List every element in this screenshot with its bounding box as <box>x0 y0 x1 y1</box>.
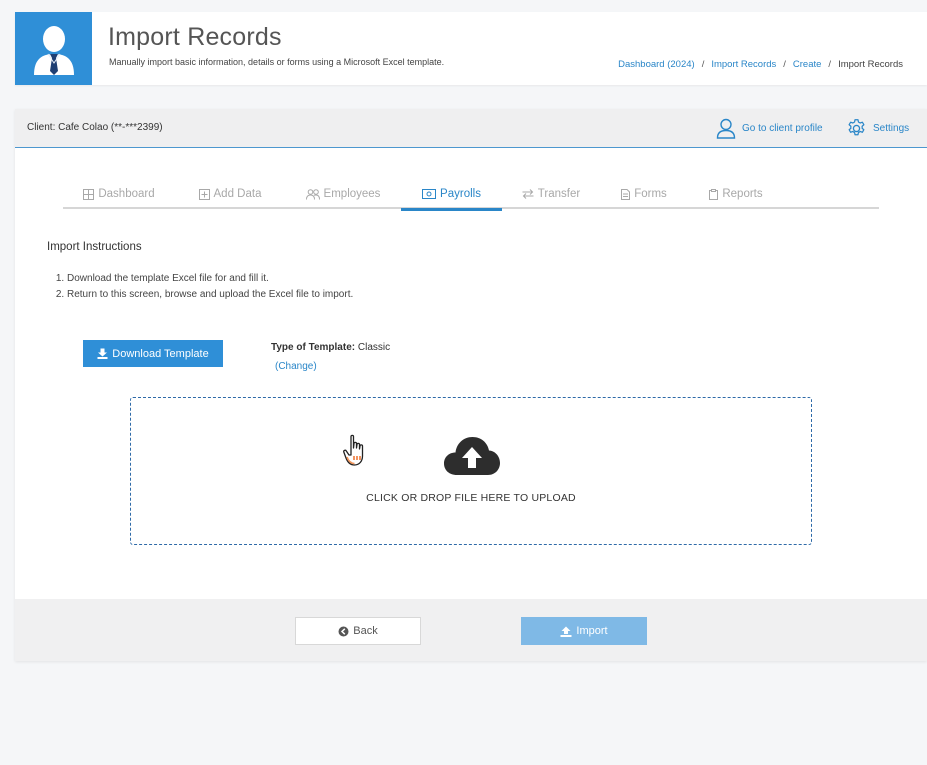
client-profile-label: Go to client profile <box>742 123 823 134</box>
client-profile-link[interactable]: Go to client profile <box>716 118 823 139</box>
change-template-link[interactable]: (Change) <box>275 361 317 372</box>
breadcrumb-import-records[interactable]: Import Records <box>711 59 776 70</box>
gear-icon <box>848 119 865 136</box>
dropzone-text: CLICK OR DROP FILE HERE TO UPLOAD <box>366 492 576 504</box>
breadcrumb: Dashboard (2024) / Import Records / Crea… <box>618 59 903 70</box>
tab-forms[interactable]: Forms <box>600 179 688 209</box>
download-icon <box>97 348 108 359</box>
breadcrumb-create[interactable]: Create <box>793 59 822 70</box>
arrow-left-circle-icon <box>338 626 349 636</box>
instruction-step: Return to this screen, browse and upload… <box>67 287 353 303</box>
instruction-step: Download the template Excel file for and… <box>67 271 353 287</box>
user-outline-icon <box>716 118 736 139</box>
form-footer: Back Import <box>15 599 927 661</box>
clipboard-icon <box>709 188 719 200</box>
file-icon <box>621 188 631 200</box>
client-bar: Client: Cafe Colao (**-***2399) Go to cl… <box>15 109 927 148</box>
import-panel: Client: Cafe Colao (**-***2399) Go to cl… <box>15 109 927 661</box>
plus-square-icon <box>198 188 210 200</box>
module-tabs: Dashboard Add Data Employees Payrolls Tr… <box>63 179 879 211</box>
settings-link[interactable]: Settings <box>846 118 909 139</box>
page-title: Import Records <box>108 23 282 51</box>
file-dropzone[interactable]: CLICK OR DROP FILE HERE TO UPLOAD <box>130 397 812 545</box>
tab-transfer[interactable]: Transfer <box>502 179 600 209</box>
instructions-list: Download the template Excel file for and… <box>67 271 353 303</box>
tab-dashboard[interactable]: Dashboard <box>63 179 175 209</box>
tab-reports[interactable]: Reports <box>688 179 784 209</box>
client-label: Client: Cafe Colao (**-***2399) <box>27 122 163 133</box>
breadcrumb-current: Import Records <box>838 59 903 70</box>
hand-pointer-icon <box>343 434 364 466</box>
settings-label: Settings <box>873 123 910 134</box>
upload-icon <box>560 626 572 637</box>
grid-icon <box>83 188 95 200</box>
breadcrumb-dashboard[interactable]: Dashboard (2024) <box>618 59 695 70</box>
tab-employees[interactable]: Employees <box>285 179 401 209</box>
tab-payrolls[interactable]: Payrolls <box>401 179 502 211</box>
back-button[interactable]: Back <box>295 617 421 645</box>
template-type-value: Classic <box>357 342 391 353</box>
users-icon <box>305 188 320 200</box>
money-icon <box>422 189 437 199</box>
template-type: Type of Template: Classic <box>271 342 390 353</box>
tab-add-data[interactable]: Add Data <box>175 179 285 209</box>
avatar <box>15 12 92 85</box>
transfer-icon <box>522 189 534 199</box>
page-header: Import Records Manually import basic inf… <box>15 12 927 85</box>
import-button[interactable]: Import <box>521 617 647 645</box>
download-template-button[interactable]: Download Template <box>83 340 223 367</box>
cloud-upload-icon <box>444 437 500 475</box>
page-subtitle: Manually import basic information, detai… <box>109 57 445 67</box>
instructions-title: Import Instructions <box>47 241 142 253</box>
template-type-label: Type of Template: <box>271 342 356 353</box>
user-avatar-icon <box>33 25 74 75</box>
